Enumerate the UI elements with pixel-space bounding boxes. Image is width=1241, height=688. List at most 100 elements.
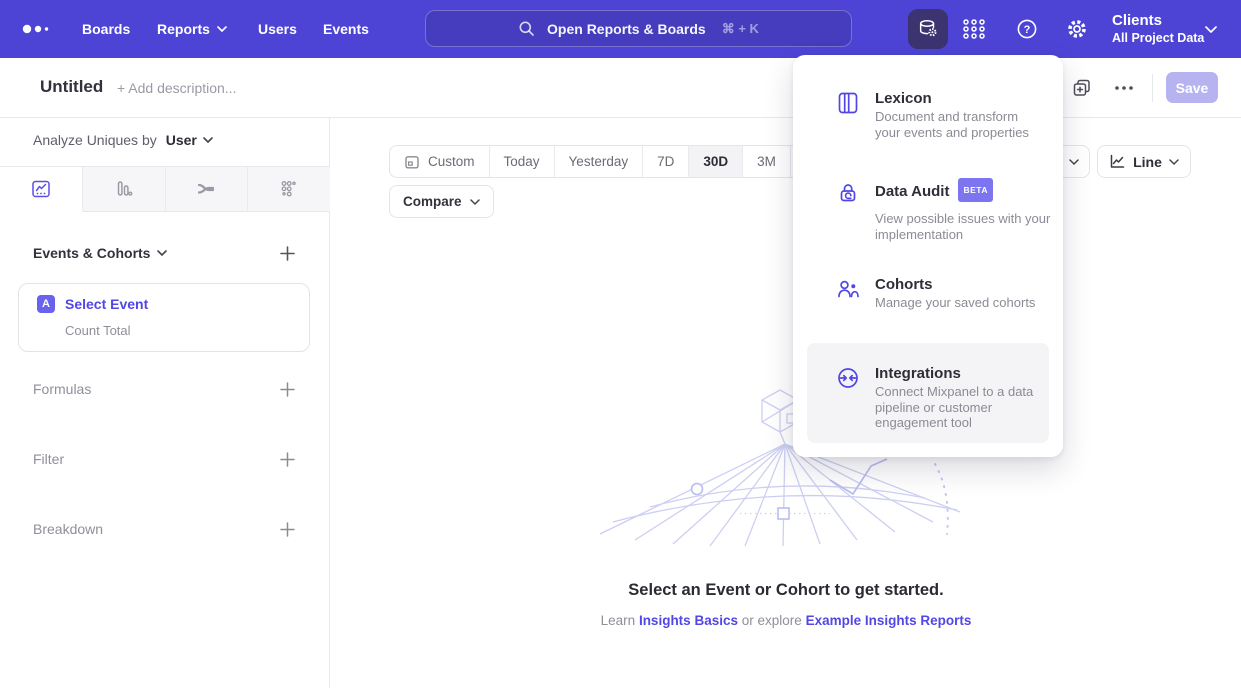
tab-line-chart[interactable] — [0, 167, 83, 212]
ellipsis-icon — [1114, 85, 1134, 91]
chevron-down-icon — [157, 250, 167, 256]
global-search-input[interactable]: Open Reports & Boards ⌘ + K — [425, 10, 852, 47]
project-selector[interactable]: Clients All Project Data — [1112, 11, 1204, 47]
chart-style-dropdown[interactable]: Line — [1097, 145, 1191, 178]
range-30d[interactable]: 30D — [689, 146, 743, 177]
add-breakdown-button[interactable] — [279, 521, 296, 538]
range-custom[interactable]: Custom — [390, 146, 490, 177]
menu-item-lexicon[interactable]: Lexicon Document and transform your even… — [836, 89, 1035, 140]
tab-bar-chart[interactable] — [83, 167, 166, 211]
analyze-label: Analyze Uniques by — [33, 132, 157, 148]
calendar-icon — [404, 154, 420, 170]
line-chart-icon — [31, 179, 51, 199]
range-3m[interactable]: 3M — [743, 146, 791, 177]
menu-item-integrations[interactable]: Integrations Connect Mixpanel to a data … — [807, 343, 1049, 443]
nav-item-reports[interactable]: Reports — [157, 0, 227, 58]
insights-basics-link[interactable]: Insights Basics — [639, 613, 738, 628]
nav-label: Reports — [157, 21, 210, 37]
or-explore-text: or explore — [742, 613, 802, 628]
range-yesterday[interactable]: Yesterday — [555, 146, 644, 177]
breakdown-section: Breakdown — [33, 516, 296, 542]
top-nav: Boards Reports Users Events Open Reports… — [0, 0, 1241, 58]
nav-label: Users — [258, 21, 297, 37]
date-range-picker: Custom Today Yesterday 7D 30D 3M 6M — [389, 145, 839, 178]
nav-item-users[interactable]: Users — [258, 0, 297, 58]
range-label: 3M — [757, 154, 776, 169]
help-icon: ? — [1015, 17, 1039, 41]
select-event-label: Select Event — [65, 296, 148, 312]
add-filter-button[interactable] — [279, 451, 296, 468]
chevron-down-icon — [203, 137, 213, 143]
apps-grid-button[interactable] — [954, 9, 994, 49]
nav-label: Boards — [82, 21, 130, 37]
events-cohorts-label: Events & Cohorts — [33, 245, 150, 261]
menu-item-title: Data Audit — [875, 182, 949, 201]
add-formula-button[interactable] — [279, 381, 296, 398]
range-label: Custom — [428, 154, 475, 169]
chevron-down-icon — [217, 26, 227, 32]
menu-item-description: Manage your saved cohorts — [875, 295, 1035, 311]
empty-state-headline: Select an Event or Cohort to get started… — [331, 581, 1241, 600]
bar-chart-icon — [114, 179, 134, 199]
chart-area: Custom Today Yesterday 7D 30D 3M 6M Comp… — [331, 118, 1241, 688]
search-placeholder: Open Reports & Boards — [547, 21, 706, 37]
event-series-badge: A — [37, 295, 55, 313]
chevron-down-icon — [470, 199, 480, 205]
range-today[interactable]: Today — [490, 146, 555, 177]
menu-item-data-audit[interactable]: Data Audit BETA View possible issues wit… — [836, 179, 1063, 242]
uniques-by-value: User — [166, 132, 197, 148]
compare-dropdown[interactable]: Compare — [389, 185, 494, 218]
save-button[interactable]: Save — [1166, 72, 1218, 103]
help-button[interactable]: ? — [1007, 9, 1047, 49]
line-style-icon — [1109, 153, 1126, 170]
range-label: 7D — [657, 154, 674, 169]
data-management-button[interactable] — [908, 9, 948, 49]
breakdown-label: Breakdown — [33, 521, 103, 537]
filter-section: Filter — [33, 446, 296, 472]
menu-item-description: View possible issues with your implement… — [875, 211, 1063, 242]
learn-prefix: Learn — [601, 613, 636, 628]
data-audit-icon — [836, 181, 860, 205]
select-event-card[interactable]: A Select Event Count Total — [18, 283, 310, 352]
nav-item-events[interactable]: Events — [323, 0, 369, 58]
range-label: Today — [504, 154, 540, 169]
search-icon — [518, 20, 535, 37]
nav-label: Events — [323, 21, 369, 37]
mixpanel-logo-icon[interactable] — [22, 21, 56, 37]
project-name: All Project Data — [1112, 30, 1204, 47]
example-insights-reports-link[interactable]: Example Insights Reports — [806, 613, 972, 628]
svg-text:?: ? — [1024, 24, 1031, 36]
chevron-down-icon — [1069, 159, 1079, 165]
report-title[interactable]: Untitled — [40, 77, 103, 97]
integrations-icon — [836, 366, 860, 390]
analyze-uniques-row: Analyze Uniques by User — [33, 132, 213, 148]
add-event-button[interactable] — [279, 245, 296, 262]
uniques-by-dropdown[interactable]: User — [166, 132, 213, 148]
more-options-button[interactable] — [1112, 78, 1136, 98]
settings-button[interactable] — [1057, 9, 1097, 49]
menu-item-title: Cohorts — [875, 275, 933, 294]
beta-badge: BETA — [958, 178, 993, 202]
divider — [1152, 74, 1153, 102]
add-description-field[interactable]: + Add description... — [117, 80, 236, 96]
events-cohorts-dropdown[interactable]: Events & Cohorts — [33, 245, 167, 261]
range-label: Yesterday — [569, 154, 629, 169]
count-total-label[interactable]: Count Total — [65, 323, 131, 338]
tab-flow-chart[interactable] — [166, 167, 249, 211]
data-management-menu: Lexicon Document and transform your even… — [793, 55, 1063, 457]
search-shortcut: ⌘ + K — [722, 21, 759, 37]
formulas-section: Formulas — [33, 376, 296, 402]
chevron-down-icon[interactable] — [1205, 26, 1217, 33]
tab-grid-chart[interactable] — [248, 167, 330, 211]
database-gear-icon — [917, 18, 939, 40]
nav-item-boards[interactable]: Boards — [82, 0, 130, 58]
range-7d[interactable]: 7D — [643, 146, 689, 177]
events-cohorts-header: Events & Cohorts — [33, 240, 296, 266]
gear-icon — [1065, 17, 1089, 41]
org-name: Clients — [1112, 11, 1204, 30]
filter-label: Filter — [33, 451, 64, 467]
duplicate-icon[interactable] — [1072, 78, 1092, 98]
menu-item-title: Lexicon — [875, 89, 932, 108]
compare-label: Compare — [403, 194, 462, 209]
menu-item-cohorts[interactable]: Cohorts Manage your saved cohorts — [836, 275, 1035, 311]
